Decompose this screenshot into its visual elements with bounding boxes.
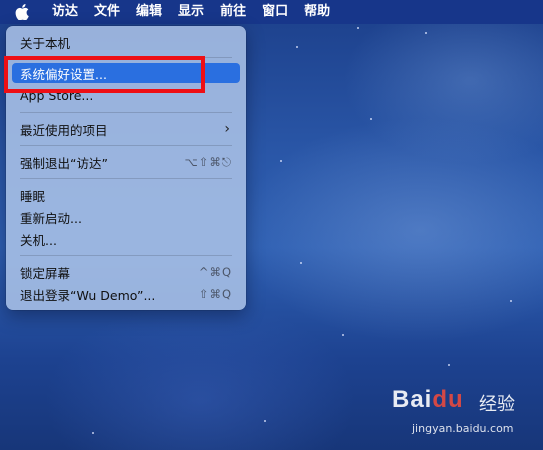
menu-item-restart[interactable]: 重新启动... — [12, 207, 240, 227]
star — [300, 262, 302, 264]
annotation-highlight-box — [4, 56, 205, 93]
star — [425, 32, 427, 34]
menu-separator — [20, 145, 232, 146]
star — [280, 160, 282, 162]
star — [370, 118, 372, 120]
menu-separator — [20, 255, 232, 256]
star — [92, 432, 94, 434]
menu-item-label: 重新启动... — [20, 210, 82, 226]
shortcut-label: ^⌘Q — [198, 265, 232, 279]
star — [342, 334, 344, 336]
watermark-url: jingyan.baidu.com — [412, 422, 514, 435]
star — [510, 300, 512, 302]
menu-window[interactable]: 窗口 — [254, 0, 296, 24]
menu-separator — [20, 178, 232, 179]
baidu-jingyan-watermark: Baidu 经验 jingyan.baidu.com — [392, 386, 540, 446]
apple-logo-icon[interactable] — [0, 0, 44, 24]
menu-item-about[interactable]: 关于本机 — [12, 32, 240, 52]
menu-help[interactable]: 帮助 — [296, 0, 338, 24]
menu-view[interactable]: 显示 — [170, 0, 212, 24]
menu-file[interactable]: 文件 — [86, 0, 128, 24]
menu-item-label: 强制退出“访达” — [20, 155, 108, 171]
menu-item-label: 锁定屏幕 — [20, 265, 71, 281]
menu-item-shutdown[interactable]: 关机... — [12, 229, 240, 249]
menu-item-sleep[interactable]: 睡眠 — [12, 185, 240, 205]
star — [296, 46, 298, 48]
menu-edit[interactable]: 编辑 — [128, 0, 170, 24]
star — [357, 27, 359, 29]
menu-item-label: 关机... — [20, 232, 57, 248]
menu-item-label: 退出登录“Wu Demo”... — [20, 287, 156, 303]
star — [264, 420, 266, 422]
shortcut-label: ⌥⇧⌘⎋ — [184, 154, 232, 169]
shortcut-label: ⇧⌘Q — [198, 287, 232, 301]
menu-go[interactable]: 前往 — [212, 0, 254, 24]
menu-item-logout[interactable]: 退出登录“Wu Demo”... ⇧⌘Q — [12, 284, 240, 304]
chevron-right-icon: › — [224, 121, 230, 137]
menu-item-label: 最近使用的项目 — [20, 122, 108, 138]
watermark-text: 经验 — [479, 394, 515, 415]
menu-item-recent-items[interactable]: 最近使用的项目 › — [12, 119, 240, 139]
star — [448, 364, 450, 366]
menu-item-force-quit[interactable]: 强制退出“访达” ⌥⇧⌘⎋ — [12, 152, 240, 172]
baidu-logo: Baidu — [392, 386, 464, 413]
menu-bar: 访达 文件 编辑 显示 前往 窗口 帮助 — [0, 0, 543, 24]
menu-item-label: 关于本机 — [20, 35, 71, 51]
menu-item-lock-screen[interactable]: 锁定屏幕 ^⌘Q — [12, 262, 240, 282]
menu-item-label: 睡眠 — [20, 188, 46, 204]
menu-finder[interactable]: 访达 — [44, 0, 86, 24]
menu-separator — [20, 112, 232, 113]
